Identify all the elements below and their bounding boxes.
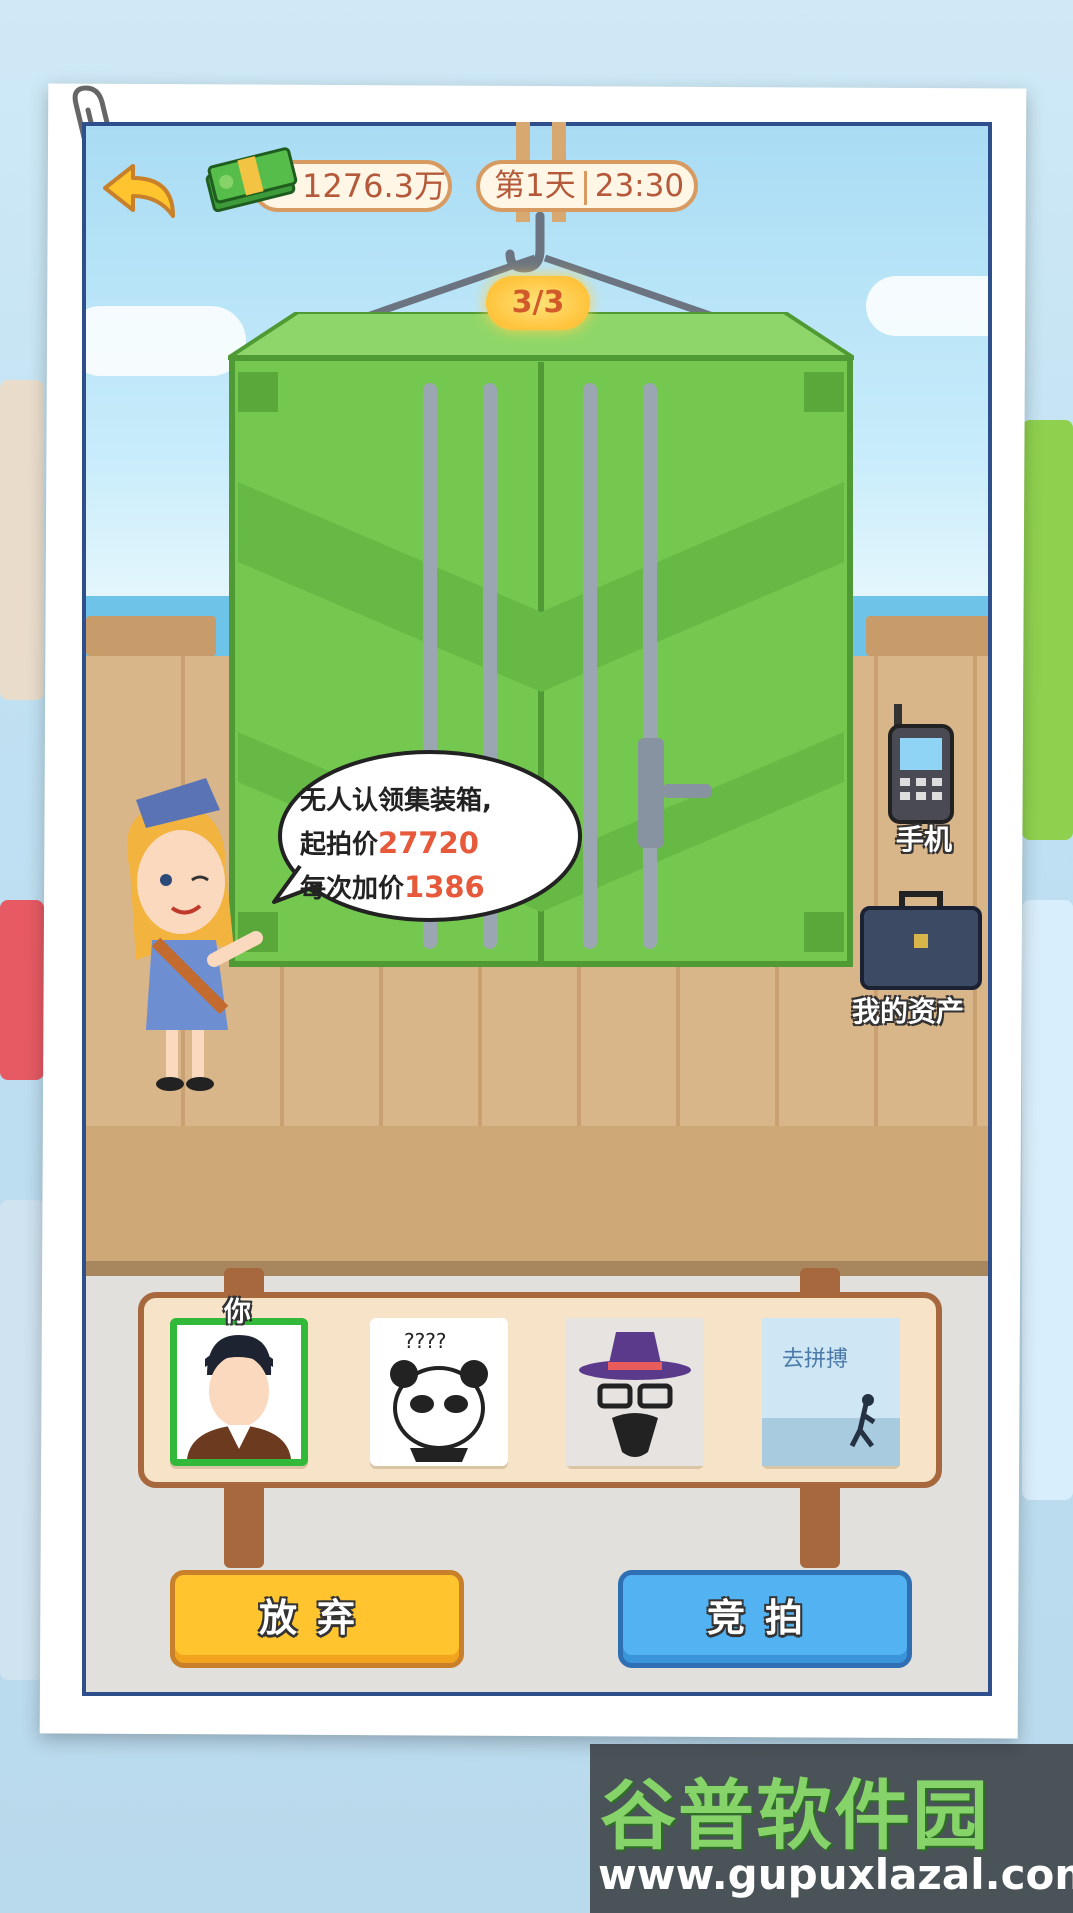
right-railing [866,616,988,656]
you-label: 你 [224,1297,251,1328]
bg-building [1022,420,1073,840]
divider [583,170,587,205]
money-value: 1276.3万 [302,167,446,205]
phone-label[interactable]: 手机 [896,818,952,858]
container-counter: 3/3 [486,276,590,330]
day-label: 第1天 [494,168,576,204]
cloud [866,276,988,336]
slot-photo-text: 去拼搏 [782,1347,848,1372]
bg-building [1022,900,1073,1500]
seaside-photo-icon: 去拼搏 [762,1318,900,1466]
watermark-title: 谷普软件园 [600,1771,990,1860]
bg-building [0,900,44,1080]
auction-title: 无人认领集装箱, [300,786,492,816]
start-price-label: 起拍价 [300,830,379,860]
slot-question-text: ???? [404,1329,446,1353]
briefcase-icon[interactable] [858,888,984,992]
player-slot-you[interactable] [170,1318,308,1466]
player-slot-4[interactable]: 去拼搏 [762,1318,900,1466]
cloud [86,306,246,376]
watermark-url: www.gupuxlazal.com [598,1850,1073,1899]
bg-building [0,1200,44,1680]
auction-info: 无人认领集装箱, 起拍价27720 每次加价1386 [300,780,580,910]
time-label: 23:30 [594,168,685,204]
increment-row: 每次加价1386 [300,866,580,910]
increment-label: 每次加价 [300,874,405,904]
phone-icon[interactable] [886,704,956,824]
left-railing [86,616,216,656]
my-assets-label[interactable]: 我的资产 [852,990,964,1030]
bid-button[interactable]: 竞拍 [618,1570,912,1668]
bg-building [0,380,44,700]
start-price-row: 起拍价27720 [300,822,580,866]
back-arrow-icon[interactable] [103,164,179,220]
day-time-display: 第1天 23:30 [476,160,698,212]
dock-edge [86,1261,988,1277]
player-avatar-icon [187,1335,291,1459]
start-price-value: 27720 [378,826,479,860]
increment-value: 1386 [404,870,485,904]
give-up-button[interactable]: 放弃 [170,1570,464,1668]
panda-meme-icon: ???? [390,1329,488,1462]
player-slot-2[interactable]: ???? [370,1318,508,1466]
hat-glasses-icon [566,1318,704,1466]
deck-shade [86,1126,988,1276]
player-slot-3[interactable] [566,1318,704,1466]
cash-stack-icon [205,147,298,212]
auctioneer-character [126,778,263,1091]
